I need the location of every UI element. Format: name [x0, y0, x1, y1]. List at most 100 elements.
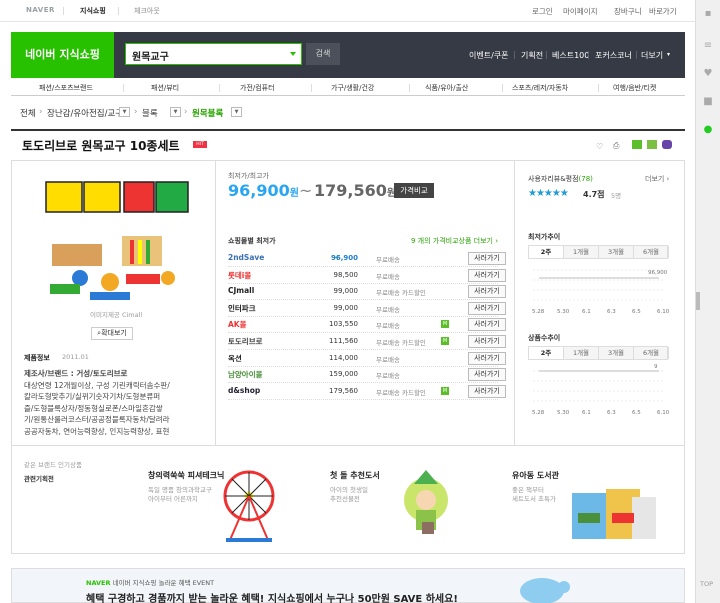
period-tab[interactable]: 3개월: [599, 347, 634, 359]
mall-name[interactable]: d&shop: [228, 386, 260, 395]
mall-price: 99,000: [333, 287, 359, 295]
top-bar: NAVER 지식쇼핑 체크아웃 로그인 마이페이지 장바구니 바로가기: [0, 0, 695, 22]
crumb-toys[interactable]: 장난감/유아전집/교구: [47, 107, 123, 119]
cat-electronics[interactable]: 가전/컴퓨터: [240, 83, 275, 93]
mall-shipping: 무료배송: [376, 306, 400, 314]
buy-button[interactable]: 사러가기: [468, 285, 506, 298]
mall-shipping: 무료배송: [376, 356, 400, 364]
kid-illustration-image[interactable]: [386, 470, 466, 542]
rec-title-fischer[interactable]: 창의력쑥쑥 피셔테크닉: [148, 470, 224, 481]
cat-fashion-beauty[interactable]: 패션/뷰티: [151, 83, 179, 93]
crumb-wood-block[interactable]: 원목블록: [192, 107, 223, 119]
cat-furniture[interactable]: 가구/생활/건강: [331, 83, 374, 93]
buy-button[interactable]: 사러가기: [468, 302, 506, 315]
books-image[interactable]: [570, 483, 658, 543]
settings-icon[interactable]: ▪: [702, 8, 714, 20]
x-tick-label: 6.3: [607, 309, 616, 315]
crumb-dropdown-icon[interactable]: ▼: [231, 107, 242, 117]
zoom-button[interactable]: ⌕확대보기: [91, 327, 133, 340]
right-rail: ▪ ≡ ♥ ■ ● TOP: [695, 0, 720, 603]
ferris-wheel-image[interactable]: [218, 466, 280, 544]
buy-button[interactable]: 사러가기: [468, 318, 506, 331]
mall-name[interactable]: 남양아이몰: [228, 369, 263, 380]
related-exhibition-link[interactable]: 관련기획전: [24, 473, 54, 483]
review-count: 5명: [611, 192, 622, 200]
mypage-link[interactable]: 마이페이지: [563, 6, 598, 17]
mall-shipping: 무료배송: [376, 273, 400, 281]
period-tab[interactable]: 2주: [529, 246, 564, 258]
buy-button[interactable]: 사러가기: [468, 352, 506, 365]
compare-button[interactable]: 가격비교: [394, 183, 434, 198]
mall-name[interactable]: 토도리브로: [228, 336, 263, 347]
mall-name[interactable]: CJmall: [228, 286, 254, 295]
tab-checkout[interactable]: 체크아웃: [134, 6, 160, 16]
heart-outline-icon[interactable]: ♡: [596, 142, 603, 151]
mall-more-link[interactable]: 9 개의 가격비교상품 더보기 ›: [411, 236, 498, 246]
cafe-icon[interactable]: [662, 140, 672, 149]
period-tab[interactable]: 6개월: [634, 246, 669, 258]
period-tab[interactable]: 3개월: [599, 246, 634, 258]
mall-row: 롯데i몰 98,500 무료배송 사러가기: [228, 268, 506, 284]
period-tab[interactable]: 1개월: [564, 246, 599, 258]
badge-icon[interactable]: ●: [702, 124, 714, 136]
same-brand-link[interactable]: 같은 브랜드 인기상품: [24, 459, 82, 469]
product-title: 토도리브로 원목교구 10종세트: [22, 139, 180, 153]
cat-food[interactable]: 식품/유아/출산: [425, 83, 468, 93]
rec-title-library[interactable]: 유아동 도서관: [512, 470, 559, 481]
focus-link[interactable]: 포커스코너: [595, 50, 632, 61]
best100-link[interactable]: 베스트100: [552, 50, 589, 61]
mall-name[interactable]: 옥션: [228, 353, 242, 364]
mall-shipping: 무료배송 카드할인: [376, 339, 426, 347]
top-button[interactable]: TOP: [700, 580, 713, 588]
mall-name[interactable]: 롯데i몰: [228, 270, 251, 281]
mall-name[interactable]: 2ndSave: [228, 253, 264, 262]
rating-more-link[interactable]: 더보기 ›: [645, 174, 669, 184]
shortcut-link[interactable]: 바로가기: [649, 6, 677, 17]
event-link[interactable]: 이벤트/쿠폰: [469, 50, 509, 61]
login-link[interactable]: 로그인: [532, 6, 553, 17]
search-button[interactable]: 검색: [306, 43, 340, 65]
crumb-all[interactable]: 전체: [20, 107, 36, 119]
rec-title-firstbday[interactable]: 첫 돌 추천도서: [330, 470, 380, 481]
buy-button[interactable]: 사러가기: [468, 269, 506, 282]
cat-sports[interactable]: 스포츠/레저/자동차: [512, 83, 568, 93]
mall-row: 인터파크 99,000 무료배송 사러가기: [228, 301, 506, 317]
buy-button[interactable]: 사러가기: [468, 335, 506, 348]
value-label: 9: [654, 364, 658, 370]
buy-button[interactable]: 사러가기: [468, 252, 506, 265]
rail-handle[interactable]: [696, 292, 700, 310]
mall-shipping: 무료배송 카드할인: [376, 389, 426, 397]
search-input[interactable]: 원목교구: [125, 43, 302, 65]
cat-travel[interactable]: 여행/음반/티켓: [613, 83, 656, 93]
share-icon[interactable]: [632, 140, 642, 149]
more-chevron-icon[interactable]: ▾: [667, 51, 670, 58]
shopping-logo[interactable]: 네이버 지식쇼핑: [11, 32, 114, 78]
crumb-dropdown-icon[interactable]: ▼: [119, 107, 130, 117]
cart-link[interactable]: 장바구니: [614, 6, 642, 17]
mall-name[interactable]: AK몰: [228, 319, 247, 330]
print-icon[interactable]: ⎙: [613, 141, 619, 151]
buy-button[interactable]: 사러가기: [468, 385, 506, 398]
mall-name[interactable]: 인터파크: [228, 303, 256, 314]
naver-logo[interactable]: NAVER: [26, 6, 55, 14]
more-link[interactable]: 더보기: [641, 50, 663, 61]
list-icon[interactable]: ≡: [702, 40, 714, 52]
exhibition-link[interactable]: 기획전: [521, 50, 543, 61]
period-tab[interactable]: 6개월: [634, 347, 669, 359]
x-tick-label: 5.30: [557, 309, 570, 315]
period-tab[interactable]: 2주: [529, 347, 564, 359]
heart-icon[interactable]: ♥: [702, 68, 714, 80]
tab-shopping[interactable]: 지식쇼핑: [80, 6, 106, 16]
mall-price: 96,900: [330, 254, 358, 262]
period-tab[interactable]: 1개월: [564, 347, 599, 359]
crumb-block[interactable]: 블록: [142, 107, 158, 119]
image-credit: 이미지제공 Cimall: [90, 311, 143, 319]
cat-fashion-brand[interactable]: 패션/스포츠브랜드: [39, 83, 93, 93]
crumb-dropdown-icon[interactable]: ▼: [170, 107, 181, 117]
trend-title: 상품수추이: [528, 334, 561, 342]
chevron-down-icon[interactable]: [290, 52, 296, 56]
basket-icon[interactable]: ■: [702, 96, 714, 108]
buy-button[interactable]: 사러가기: [468, 368, 506, 381]
event-banner[interactable]: NAVER 네이버 지식쇼핑 놀라운 혜택 EVENT 혜택 구경하고 경품까지…: [11, 568, 685, 603]
blog-icon[interactable]: [647, 140, 657, 149]
